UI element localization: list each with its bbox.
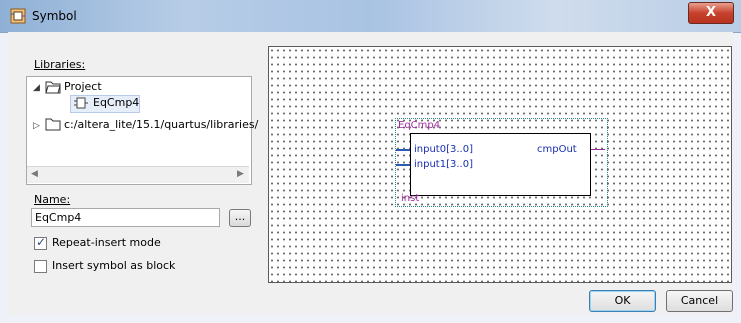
tree-horizontal-scrollbar[interactable]: ◀ ▶ [27, 166, 249, 183]
output-pin [591, 149, 605, 150]
instance-name: inst [401, 193, 420, 204]
insert-as-block-checkbox[interactable] [34, 260, 47, 273]
scroll-right-icon[interactable]: ▶ [237, 169, 244, 179]
port-input1: input1[3..0] [414, 159, 473, 170]
libraries-label-text: Libraries: [34, 58, 86, 71]
title-bar: Symbol X [0, 0, 741, 33]
window-title: Symbol [32, 9, 77, 23]
folder-icon [45, 118, 61, 131]
symbol-name: EqCmp4 [398, 120, 441, 131]
name-input[interactable]: EqCmp4 [31, 208, 220, 227]
port-input0: input0[3..0] [414, 144, 473, 155]
tree-item-project[interactable]: Project [64, 79, 102, 95]
tree-item-eqcmp4[interactable]: EqCmp4 [93, 95, 139, 111]
collapsed-triangle-icon[interactable]: ▷ [33, 121, 40, 131]
cancel-button[interactable]: Cancel [666, 290, 733, 312]
symbol-app-icon [10, 8, 26, 24]
name-label: Name: [34, 193, 70, 206]
expand-triangle-icon[interactable]: ◢ [33, 83, 40, 93]
folder-open-icon [45, 81, 61, 94]
close-button[interactable]: X [688, 2, 734, 24]
symbol-component-icon [74, 97, 88, 109]
repeat-insert-label: Repeat-insert mode [52, 236, 161, 249]
repeat-insert-checkbox[interactable] [34, 235, 47, 250]
input-pin-1 [396, 164, 410, 166]
scroll-left-icon[interactable]: ◀ [31, 169, 38, 179]
port-output: cmpOut [537, 144, 577, 155]
browse-button[interactable]: ... [229, 209, 251, 227]
libraries-label: Libraries: [34, 58, 85, 71]
insert-as-block-label: Insert symbol as block [52, 259, 176, 272]
name-label-text: Name: [34, 193, 71, 206]
input-pin-0 [396, 149, 410, 151]
tree-item-libraries-path[interactable]: c:/altera_lite/15.1/quartus/libraries/ [64, 117, 258, 133]
ok-button[interactable]: OK [589, 290, 656, 312]
